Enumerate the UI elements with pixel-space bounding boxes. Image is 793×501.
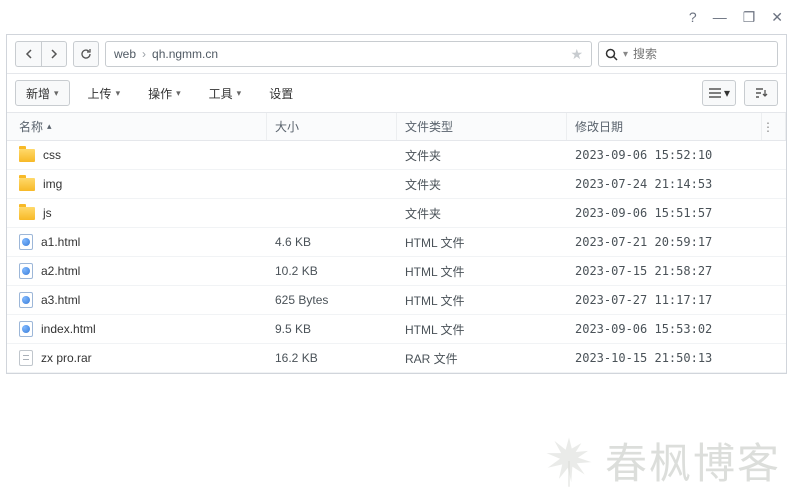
- file-row[interactable]: js 文件夹2023-09-06 15:51:57: [7, 199, 786, 228]
- archive-file-icon: [19, 350, 33, 366]
- folder-icon: [19, 207, 35, 220]
- file-size: 4.6 KB: [267, 235, 397, 249]
- file-row[interactable]: a1.html 4.6 KBHTML 文件2023-07-21 20:59:17: [7, 228, 786, 257]
- column-date[interactable]: 修改日期: [567, 113, 762, 140]
- file-type: HTML 文件: [397, 263, 567, 280]
- file-date: 2023-10-15 21:50:13: [567, 351, 762, 365]
- reload-button[interactable]: [73, 41, 99, 67]
- minimize-button[interactable]: —: [713, 9, 727, 25]
- folder-icon: [19, 178, 35, 191]
- file-date: 2023-09-06 15:52:10: [567, 148, 762, 162]
- maximize-button[interactable]: ❐: [743, 9, 756, 26]
- file-type: HTML 文件: [397, 292, 567, 309]
- file-name: a2.html: [41, 264, 80, 278]
- file-browser: web › qh.ngmm.cn ★ ▾ 新增▾ 上传▾ 操作▾ 工具▾ 设置 …: [6, 34, 787, 374]
- html-file-icon: [19, 292, 33, 308]
- file-type: HTML 文件: [397, 321, 567, 338]
- forward-button[interactable]: [41, 41, 67, 67]
- file-type: 文件夹: [397, 176, 567, 193]
- chevron-right-icon: ›: [142, 47, 146, 61]
- folder-icon: [19, 149, 35, 162]
- file-name: css: [43, 148, 61, 162]
- sort-button[interactable]: [744, 80, 778, 106]
- tools-button[interactable]: 工具▾: [199, 80, 252, 106]
- file-row[interactable]: css 文件夹2023-09-06 15:52:10: [7, 141, 786, 170]
- action-button[interactable]: 操作▾: [138, 80, 191, 106]
- file-type: 文件夹: [397, 205, 567, 222]
- back-button[interactable]: [15, 41, 41, 67]
- search-input[interactable]: [633, 47, 788, 61]
- view-list-button[interactable]: ▾: [702, 80, 736, 106]
- file-date: 2023-09-06 15:53:02: [567, 322, 762, 336]
- column-type[interactable]: 文件类型: [397, 113, 567, 140]
- file-name: index.html: [41, 322, 96, 336]
- leaf-icon: [541, 433, 597, 489]
- column-menu-icon[interactable]: ⋮: [762, 113, 786, 140]
- file-size: 625 Bytes: [267, 293, 397, 307]
- file-name: zx pro.rar: [41, 351, 92, 365]
- file-size: 10.2 KB: [267, 264, 397, 278]
- chevron-down-icon[interactable]: ▾: [623, 49, 628, 60]
- column-size[interactable]: 大小: [267, 113, 397, 140]
- star-icon[interactable]: ★: [570, 46, 583, 63]
- html-file-icon: [19, 321, 33, 337]
- file-date: 2023-07-15 21:58:27: [567, 264, 762, 278]
- html-file-icon: [19, 263, 33, 279]
- breadcrumb[interactable]: web › qh.ngmm.cn ★: [105, 41, 592, 67]
- close-button[interactable]: ✕: [771, 9, 783, 26]
- watermark: 春枫博客: [541, 430, 781, 491]
- column-name[interactable]: 名称▴: [7, 113, 267, 140]
- file-date: 2023-09-06 15:51:57: [567, 206, 762, 220]
- file-row[interactable]: a3.html 625 BytesHTML 文件2023-07-27 11:17:…: [7, 286, 786, 315]
- file-name: js: [43, 206, 52, 220]
- column-headers: 名称▴ 大小 文件类型 修改日期 ⋮: [7, 113, 786, 141]
- file-name: a3.html: [41, 293, 80, 307]
- file-row[interactable]: img 文件夹2023-07-24 21:14:53: [7, 170, 786, 199]
- file-date: 2023-07-21 20:59:17: [567, 235, 762, 249]
- sort-asc-icon: ▴: [47, 121, 52, 132]
- help-icon[interactable]: ?: [689, 9, 697, 25]
- file-size: 9.5 KB: [267, 322, 397, 336]
- breadcrumb-item[interactable]: qh.ngmm.cn: [152, 47, 218, 61]
- file-row[interactable]: index.html 9.5 KBHTML 文件2023-09-06 15:53:…: [7, 315, 786, 344]
- file-list: css文件夹2023-09-06 15:52:10img文件夹2023-07-2…: [7, 141, 786, 373]
- file-row[interactable]: zx pro.rar 16.2 KBRAR 文件2023-10-15 21:50:…: [7, 344, 786, 373]
- action-toolbar: 新增▾ 上传▾ 操作▾ 工具▾ 设置 ▾: [7, 74, 786, 113]
- html-file-icon: [19, 234, 33, 250]
- window-titlebar: ? — ❐ ✕: [0, 0, 793, 34]
- file-name: a1.html: [41, 235, 80, 249]
- file-name: img: [43, 177, 62, 191]
- settings-button[interactable]: 设置: [259, 80, 303, 106]
- file-row[interactable]: a2.html 10.2 KBHTML 文件2023-07-15 21:58:27: [7, 257, 786, 286]
- search-box[interactable]: ▾: [598, 41, 778, 67]
- file-date: 2023-07-24 21:14:53: [567, 177, 762, 191]
- upload-button[interactable]: 上传▾: [78, 80, 131, 106]
- file-size: 16.2 KB: [267, 351, 397, 365]
- file-type: HTML 文件: [397, 234, 567, 251]
- file-type: RAR 文件: [397, 350, 567, 367]
- search-icon: [605, 48, 618, 61]
- file-date: 2023-07-27 11:17:17: [567, 293, 762, 307]
- new-button[interactable]: 新增▾: [15, 80, 70, 106]
- file-type: 文件夹: [397, 147, 567, 164]
- breadcrumb-item[interactable]: web: [114, 47, 136, 61]
- navigation-bar: web › qh.ngmm.cn ★ ▾: [7, 35, 786, 74]
